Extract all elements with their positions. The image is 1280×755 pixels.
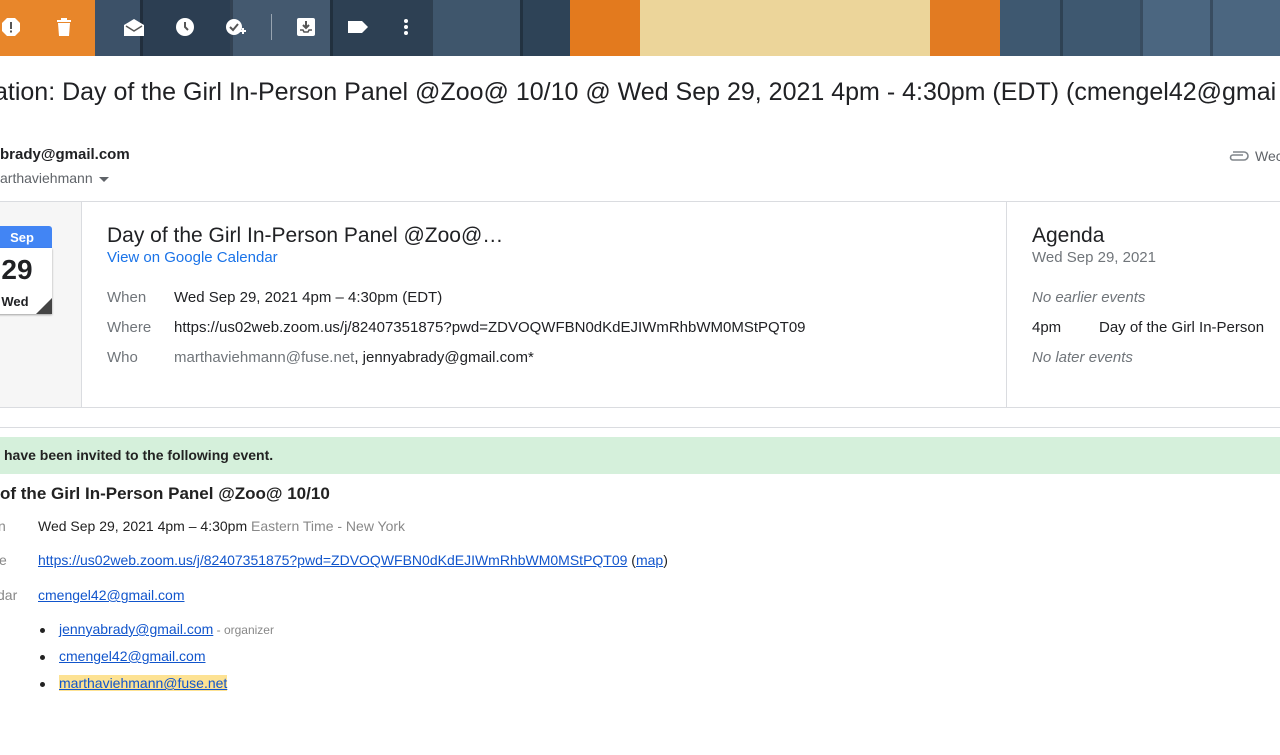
who-primary: marthaviehmann@fuse.net [174, 349, 355, 366]
invitation-timezone: Eastern Time - New York [251, 518, 406, 534]
date-weekday: Wed [1, 294, 29, 309]
list-bullet [40, 628, 45, 633]
guest-item: jennyabrady@gmail.com - organizer [59, 621, 274, 637]
guest-item: marthaviehmann@fuse.net [59, 675, 228, 691]
when-value: Wed Sep 29, 2021 4pm – 4:30pm (EDT) [174, 289, 443, 306]
more-vert-icon[interactable] [393, 14, 419, 40]
card-border-bottom [0, 407, 1280, 408]
list-bullet [40, 655, 45, 660]
attachment-date: Wec [1227, 148, 1280, 164]
guest-email-link[interactable]: cmengel42@gmail.com [59, 648, 206, 664]
list-bullet [40, 682, 45, 687]
page-curl-icon [36, 298, 52, 314]
view-on-google-calendar-link[interactable]: View on Google Calendar [107, 249, 278, 266]
invitation-when-value: Wed Sep 29, 2021 4pm – 4:30pm [38, 518, 248, 534]
mark-unread-icon[interactable] [121, 14, 147, 40]
agenda-date: Wed Sep 29, 2021 [1032, 249, 1156, 266]
invitation-when-label: n [0, 518, 6, 534]
agenda-event-time: 4pm [1032, 319, 1062, 336]
date-month: Sep [0, 226, 52, 248]
snooze-icon[interactable] [172, 14, 198, 40]
invitation-calendar-link[interactable]: cmengel42@gmail.com [38, 587, 185, 603]
map-link[interactable]: map [636, 552, 663, 568]
invitation-where-link[interactable]: https://us02web.zoom.us/j/82407351875?pw… [38, 552, 627, 568]
date-day: 29 [1, 254, 33, 285]
toolbar-divider [271, 14, 272, 40]
chevron-down-icon [98, 176, 109, 182]
card-border-top [0, 201, 1280, 202]
map-close-paren: ) [663, 552, 668, 568]
label-icon[interactable] [345, 14, 371, 40]
email-subject: ation: Day of the Girl In-Person Panel @… [0, 78, 1277, 106]
agenda-no-later: No later events [1032, 349, 1133, 366]
when-label: When [107, 289, 147, 306]
invitation-title: of the Girl In-Person Panel @Zoo@ 10/10 [0, 484, 330, 503]
who-label: Who [107, 349, 138, 366]
guest-email-link[interactable]: marthaviehmann@fuse.net [59, 675, 228, 691]
add-task-icon[interactable] [223, 14, 249, 40]
recipient-details-toggle[interactable]: arthaviehmann [0, 170, 109, 186]
calendar-date-badge: Sep 29 Wed [0, 226, 52, 314]
agenda-event-row[interactable]: 4pm Day of the Girl In-Person [1032, 319, 1264, 336]
attachment-icon [1229, 151, 1249, 161]
where-label: Where [107, 319, 152, 336]
sender-email: brady@gmail.com [0, 146, 130, 163]
guest-role: - organizer [213, 623, 274, 637]
map-open-paren: ( [627, 552, 636, 568]
agenda-title: Agenda [1032, 224, 1105, 247]
event-where-row: Where https://us02web.zoom.us/j/82407351… [107, 319, 806, 336]
invitation-when-row: Wed Sep 29, 2021 4pm – 4:30pm Eastern Ti… [38, 518, 405, 534]
event-title: Day of the Girl In-Person Panel @Zoo@… [107, 224, 504, 247]
invitation-banner-text: have been invited to the following event… [4, 447, 274, 463]
move-to-inbox-icon[interactable] [293, 14, 319, 40]
header-photo-toolbar [0, 0, 1280, 56]
guest-email-link[interactable]: jennyabrady@gmail.com [59, 621, 213, 637]
delete-icon[interactable] [51, 14, 77, 40]
who-secondary: , jennyabrady@gmail.com* [354, 349, 534, 366]
recipient-name: arthaviehmann [0, 170, 93, 186]
agenda-no-earlier: No earlier events [1032, 289, 1146, 306]
invitation-where-row: https://us02web.zoom.us/j/82407351875?pw… [38, 552, 668, 568]
email-date: Wec [1255, 148, 1280, 164]
guest-item: cmengel42@gmail.com [59, 648, 206, 664]
event-who-row: Who marthaviehmann@fuse.net , jennyabrad… [107, 349, 534, 366]
invitation-calendar-row: cmengel42@gmail.com [38, 587, 185, 603]
invitation-where-label: e [0, 552, 7, 568]
section-divider [0, 427, 1280, 428]
event-when-row: When Wed Sep 29, 2021 4pm – 4:30pm (EDT) [107, 289, 442, 306]
invitation-calendar-label: dar [0, 587, 18, 603]
agenda-event-title: Day of the Girl In-Person [1099, 319, 1265, 336]
where-value: https://us02web.zoom.us/j/82407351875?pw… [174, 319, 806, 336]
report-spam-icon[interactable] [0, 14, 24, 40]
